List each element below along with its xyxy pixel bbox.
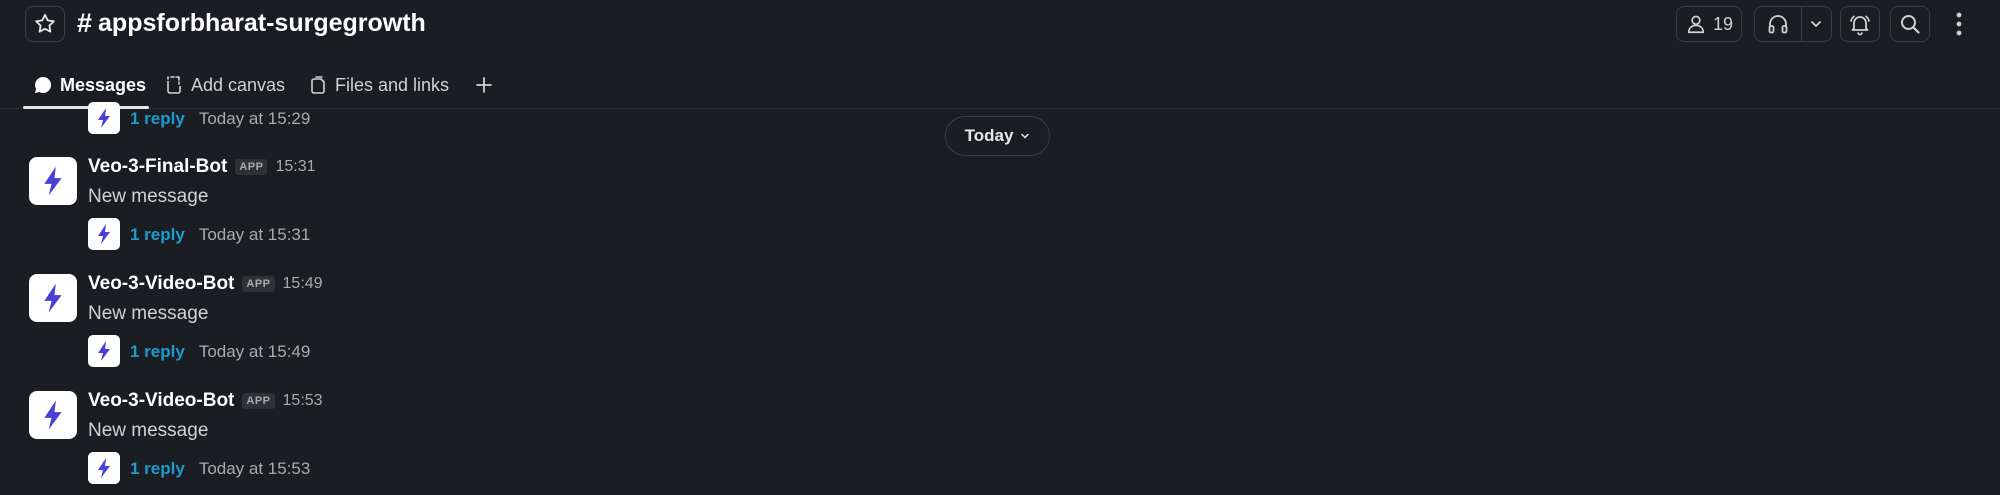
- tab-label: Files and links: [335, 74, 450, 95]
- sender-avatar[interactable]: [29, 157, 77, 205]
- member-count: 19: [1712, 13, 1734, 34]
- kebab-icon: [1956, 12, 1962, 36]
- sender-avatar[interactable]: [29, 274, 77, 322]
- chevron-down-icon: [1811, 21, 1822, 28]
- thread-summary: 1 reply Today at 15:29: [130, 109, 310, 129]
- huddle-options-button[interactable]: [1802, 7, 1831, 41]
- bell-icon: [1850, 15, 1870, 36]
- message-header: Veo-3-Video-Bot APP 15:49: [88, 273, 323, 295]
- person-icon: [1687, 15, 1705, 34]
- files-icon: [311, 76, 325, 94]
- app-badge: APP: [242, 393, 275, 409]
- star-channel-button[interactable]: [25, 6, 65, 42]
- sender-name[interactable]: Veo-3-Video-Bot: [88, 390, 234, 412]
- thread-participant-avatar[interactable]: [88, 218, 120, 250]
- last-reply-time: Today at 15:31: [198, 225, 311, 244]
- app-badge: APP: [235, 159, 268, 175]
- message-timestamp[interactable]: 15:49: [283, 275, 323, 293]
- thread-summary: 1 reply Today at 15:53: [130, 459, 310, 479]
- thread-participant-avatar[interactable]: [88, 452, 120, 484]
- lightning-bolt-icon: [44, 283, 62, 313]
- message-header: Veo-3-Video-Bot APP 15:53: [88, 390, 323, 412]
- huddle-button-group: [1754, 6, 1832, 42]
- reply-count-link[interactable]: 1 reply: [130, 459, 185, 479]
- channel-name: appsforbharat-surgegrowth: [98, 9, 426, 37]
- message-body: New message: [88, 186, 209, 207]
- sender-name[interactable]: Veo-3-Video-Bot: [88, 273, 234, 295]
- tab-label: Messages: [60, 74, 147, 95]
- thread-participant-avatar[interactable]: [88, 335, 120, 367]
- tab-files-and-links[interactable]: Files and links: [308, 70, 449, 100]
- headphones-icon: [1768, 15, 1788, 34]
- thread-summary: 1 reply Today at 15:49: [130, 342, 310, 362]
- message-body: New message: [88, 303, 209, 324]
- star-icon: [35, 13, 55, 33]
- message-body: New message: [88, 420, 209, 441]
- tab-label: Add canvas: [191, 74, 286, 95]
- message-timestamp[interactable]: 15:53: [283, 392, 323, 410]
- lightning-bolt-icon: [98, 108, 110, 128]
- lightning-bolt-icon: [98, 458, 110, 478]
- reply-count-link[interactable]: 1 reply: [130, 109, 185, 129]
- last-reply-time: Today at 15:29: [198, 109, 311, 128]
- last-reply-time: Today at 15:49: [198, 342, 311, 361]
- message-header: Veo-3-Final-Bot APP 15:31: [88, 156, 316, 178]
- app-badge: APP: [242, 276, 275, 292]
- huddle-button[interactable]: [1755, 7, 1802, 41]
- channel-title[interactable]: # appsforbharat-surgegrowth: [77, 8, 426, 39]
- last-reply-time: Today at 15:53: [198, 459, 311, 478]
- more-options-button[interactable]: [1944, 6, 1974, 42]
- tab-messages[interactable]: Messages: [33, 70, 146, 100]
- plus-icon: [476, 77, 492, 93]
- notifications-button[interactable]: [1840, 6, 1880, 42]
- message-timestamp[interactable]: 15:31: [275, 158, 315, 176]
- channel-header: # appsforbharat-surgegrowth 19: [0, 0, 2000, 48]
- date-divider-label: Today: [964, 126, 1014, 145]
- lightning-bolt-icon: [44, 400, 62, 430]
- members-button[interactable]: 19: [1676, 6, 1742, 42]
- thread-participant-avatar[interactable]: [88, 102, 120, 134]
- channel-tabs: Messages Add canvas Files and links: [0, 62, 2000, 109]
- search-button[interactable]: [1890, 6, 1930, 42]
- sender-avatar[interactable]: [29, 391, 77, 439]
- thread-summary: 1 reply Today at 15:31: [130, 225, 310, 245]
- search-icon: [1901, 15, 1920, 34]
- reply-count-link[interactable]: 1 reply: [130, 342, 185, 362]
- date-divider[interactable]: Today: [945, 116, 1050, 156]
- sender-name[interactable]: Veo-3-Final-Bot: [88, 156, 227, 178]
- add-tab-button[interactable]: [472, 70, 496, 100]
- canvas-icon: [167, 76, 181, 94]
- tab-add-canvas[interactable]: Add canvas: [164, 70, 285, 100]
- lightning-bolt-icon: [44, 166, 62, 196]
- channel-hash: #: [77, 8, 93, 38]
- chevron-down-icon: [1021, 133, 1030, 139]
- lightning-bolt-icon: [98, 224, 110, 244]
- lightning-bolt-icon: [98, 341, 110, 361]
- message-list[interactable]: 1 reply Today at 15:29 Today Veo-3-Final…: [0, 102, 2000, 495]
- message-bubble-icon: [35, 76, 52, 93]
- reply-count-link[interactable]: 1 reply: [130, 225, 185, 245]
